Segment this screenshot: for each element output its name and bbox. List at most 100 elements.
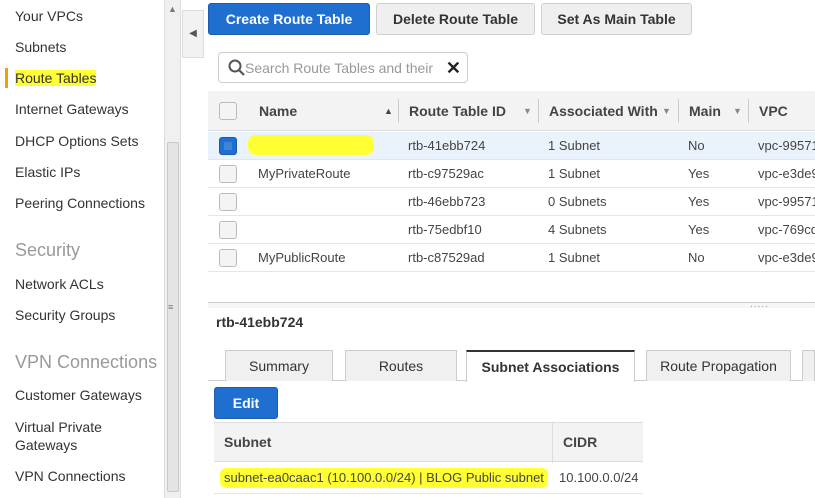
cell-route-table-id: rtb-c87529ad — [408, 250, 485, 265]
collapse-sidebar-button[interactable]: ◀ — [182, 10, 204, 58]
sidebar-item-dhcp-options-sets[interactable]: DHCP Options Sets — [15, 133, 138, 149]
table-header: Name ▲ Route Table ID ▼ Associated With … — [208, 91, 815, 131]
tab-route-propagation[interactable]: Route Propagation — [646, 350, 791, 381]
search-input[interactable] — [245, 57, 435, 79]
cell-route-table-id: rtb-75edbf10 — [408, 222, 482, 237]
scrollbar-thumb[interactable] — [167, 142, 179, 492]
tab-routes[interactable]: Routes — [345, 350, 457, 381]
column-header-name[interactable]: Name — [259, 91, 297, 131]
sidebar-item-your-vpcs[interactable]: Your VPCs — [15, 8, 83, 24]
column-header-route-table-id[interactable]: Route Table ID — [409, 91, 506, 131]
cell-main: Yes — [688, 222, 710, 237]
cell-name: MyPublicRoute — [258, 250, 346, 265]
cell-vpc: vpc-e3de9 — [758, 250, 815, 265]
table-row[interactable]: rtb-41ebb724 1 Subnet No vpc-99571 — [208, 132, 815, 160]
vpc-console: Your VPCs Subnets Route Tables Internet … — [0, 0, 815, 498]
cell-associated-with: 1 Subnet — [548, 138, 601, 153]
section-heading-vpn: VPN Connections — [15, 352, 158, 372]
subnet-table-header: Subnet CIDR — [214, 422, 643, 463]
column-label: Name — [259, 103, 298, 119]
edit-button[interactable]: Edit — [214, 387, 278, 419]
table-row[interactable]: rtb-46ebb723 0 Subnets Yes vpc-99571 — [208, 188, 815, 216]
search-box: ✕ — [218, 52, 468, 83]
delete-route-table-button[interactable]: Delete Route Table — [376, 3, 535, 35]
create-route-table-button[interactable]: Create Route Table — [208, 3, 370, 35]
column-label: Associated With — [549, 103, 658, 119]
cell-main: Yes — [688, 166, 710, 181]
column-header-subnet[interactable]: Subnet — [224, 423, 271, 463]
row-checkbox[interactable] — [219, 165, 237, 183]
table-row[interactable]: MyPrivateRoute rtb-c97529ac 1 Subnet Yes… — [208, 160, 815, 188]
grip-icon: ≡ — [168, 302, 174, 312]
cell-associated-with: 0 Subnets — [548, 194, 607, 209]
sidebar-item-subnets[interactable]: Subnets — [15, 39, 66, 55]
cell-vpc: vpc-e3de9 — [758, 166, 815, 181]
chevron-left-icon: ◀ — [189, 28, 197, 39]
table-row[interactable]: subnet-ea0caac1 (10.100.0.0/24) | BLOG P… — [214, 462, 643, 494]
column-label: VPC — [759, 103, 788, 119]
column-divider — [398, 99, 399, 123]
sidebar-scrollbar[interactable]: ▲ ≡ — [164, 0, 181, 498]
search-icon — [228, 59, 246, 82]
sidebar-item-elastic-ips[interactable]: Elastic IPs — [15, 164, 80, 180]
column-header-associated-with[interactable]: Associated With — [549, 91, 658, 131]
sidebar-item-peering-connections[interactable]: Peering Connections — [15, 195, 145, 211]
column-divider — [748, 99, 749, 123]
cell-associated-with: 1 Subnet — [548, 166, 601, 181]
tab-subnet-associations[interactable]: Subnet Associations — [466, 350, 635, 382]
select-all-checkbox[interactable] — [219, 102, 237, 120]
column-label: Main — [689, 103, 721, 119]
set-as-main-table-button[interactable]: Set As Main Table — [541, 3, 692, 35]
cell-name: MyPrivateRoute — [258, 166, 351, 181]
row-checkbox[interactable] — [219, 137, 237, 155]
tab-overflow[interactable] — [802, 350, 815, 381]
sidebar-item-customer-gateways[interactable]: Customer Gateways — [15, 387, 142, 403]
row-checkbox[interactable] — [219, 249, 237, 267]
column-divider — [538, 99, 539, 123]
cell-associated-with: 4 Subnets — [548, 222, 607, 237]
column-header-main[interactable]: Main — [689, 91, 721, 131]
drag-handle-icon[interactable]: ..... — [750, 299, 769, 310]
column-divider — [552, 423, 553, 463]
cell-associated-with: 1 Subnet — [548, 250, 601, 265]
route-tables-table: Name ▲ Route Table ID ▼ Associated With … — [208, 91, 815, 303]
sort-ascending-icon[interactable]: ▲ — [384, 91, 393, 131]
cell-route-table-id: rtb-c97529ac — [408, 166, 484, 181]
column-label: Route Table ID — [409, 103, 506, 119]
cell-vpc: vpc-99571 — [758, 138, 815, 153]
sort-icon[interactable]: ▼ — [662, 91, 671, 131]
row-checkbox[interactable] — [219, 193, 237, 211]
column-header-vpc[interactable]: VPC — [759, 91, 788, 131]
pane-splitter[interactable]: ..... — [208, 299, 815, 310]
cell-route-table-id: rtb-46ebb723 — [408, 194, 486, 209]
sidebar-item-internet-gateways[interactable]: Internet Gateways — [15, 101, 129, 117]
cell-main: Yes — [688, 194, 710, 209]
cell-route-table-id: rtb-41ebb724 — [408, 138, 486, 153]
sort-icon[interactable]: ▼ — [733, 91, 742, 131]
cell-main: No — [688, 138, 705, 153]
sidebar-item-security-groups[interactable]: Security Groups — [15, 307, 115, 323]
cell-vpc: vpc-99571 — [758, 194, 815, 209]
tab-summary[interactable]: Summary — [225, 350, 333, 381]
sidebar-item-network-acls[interactable]: Network ACLs — [15, 276, 104, 292]
sidebar-item-vpn-connections[interactable]: VPN Connections — [15, 468, 126, 484]
selected-route-table-id: rtb-41ebb724 — [216, 314, 304, 330]
sidebar-item-route-tables[interactable]: Route Tables — [5, 68, 97, 88]
sidebar-item-label: Route Tables — [15, 70, 97, 86]
cell-vpc: vpc-769cd — [758, 222, 815, 237]
sort-icon[interactable]: ▼ — [523, 91, 532, 131]
sidebar-item-virtual-private-gateways[interactable]: Virtual Private Gateways — [15, 418, 155, 454]
clear-search-icon[interactable]: ✕ — [446, 58, 461, 78]
table-row[interactable]: rtb-75edbf10 4 Subnets Yes vpc-769cd — [208, 216, 815, 244]
cell-cidr: 10.100.0.0/24 — [559, 470, 639, 485]
cell-subnet: subnet-ea0caac1 (10.100.0.0/24) | BLOG P… — [220, 468, 548, 488]
column-header-cidr[interactable]: CIDR — [563, 423, 597, 463]
column-divider — [678, 99, 679, 123]
scroll-up-icon[interactable]: ▲ — [168, 4, 177, 14]
table-row[interactable]: MyPublicRoute rtb-c87529ad 1 Subnet No v… — [208, 244, 815, 272]
cell-main: No — [688, 250, 705, 265]
row-checkbox[interactable] — [219, 221, 237, 239]
redacted-name-highlight — [248, 135, 374, 155]
sidebar-nav: Your VPCs Subnets Route Tables Internet … — [0, 0, 164, 498]
subnet-associations-table: Subnet CIDR subnet-ea0caac1 (10.100.0.0/… — [214, 422, 643, 494]
